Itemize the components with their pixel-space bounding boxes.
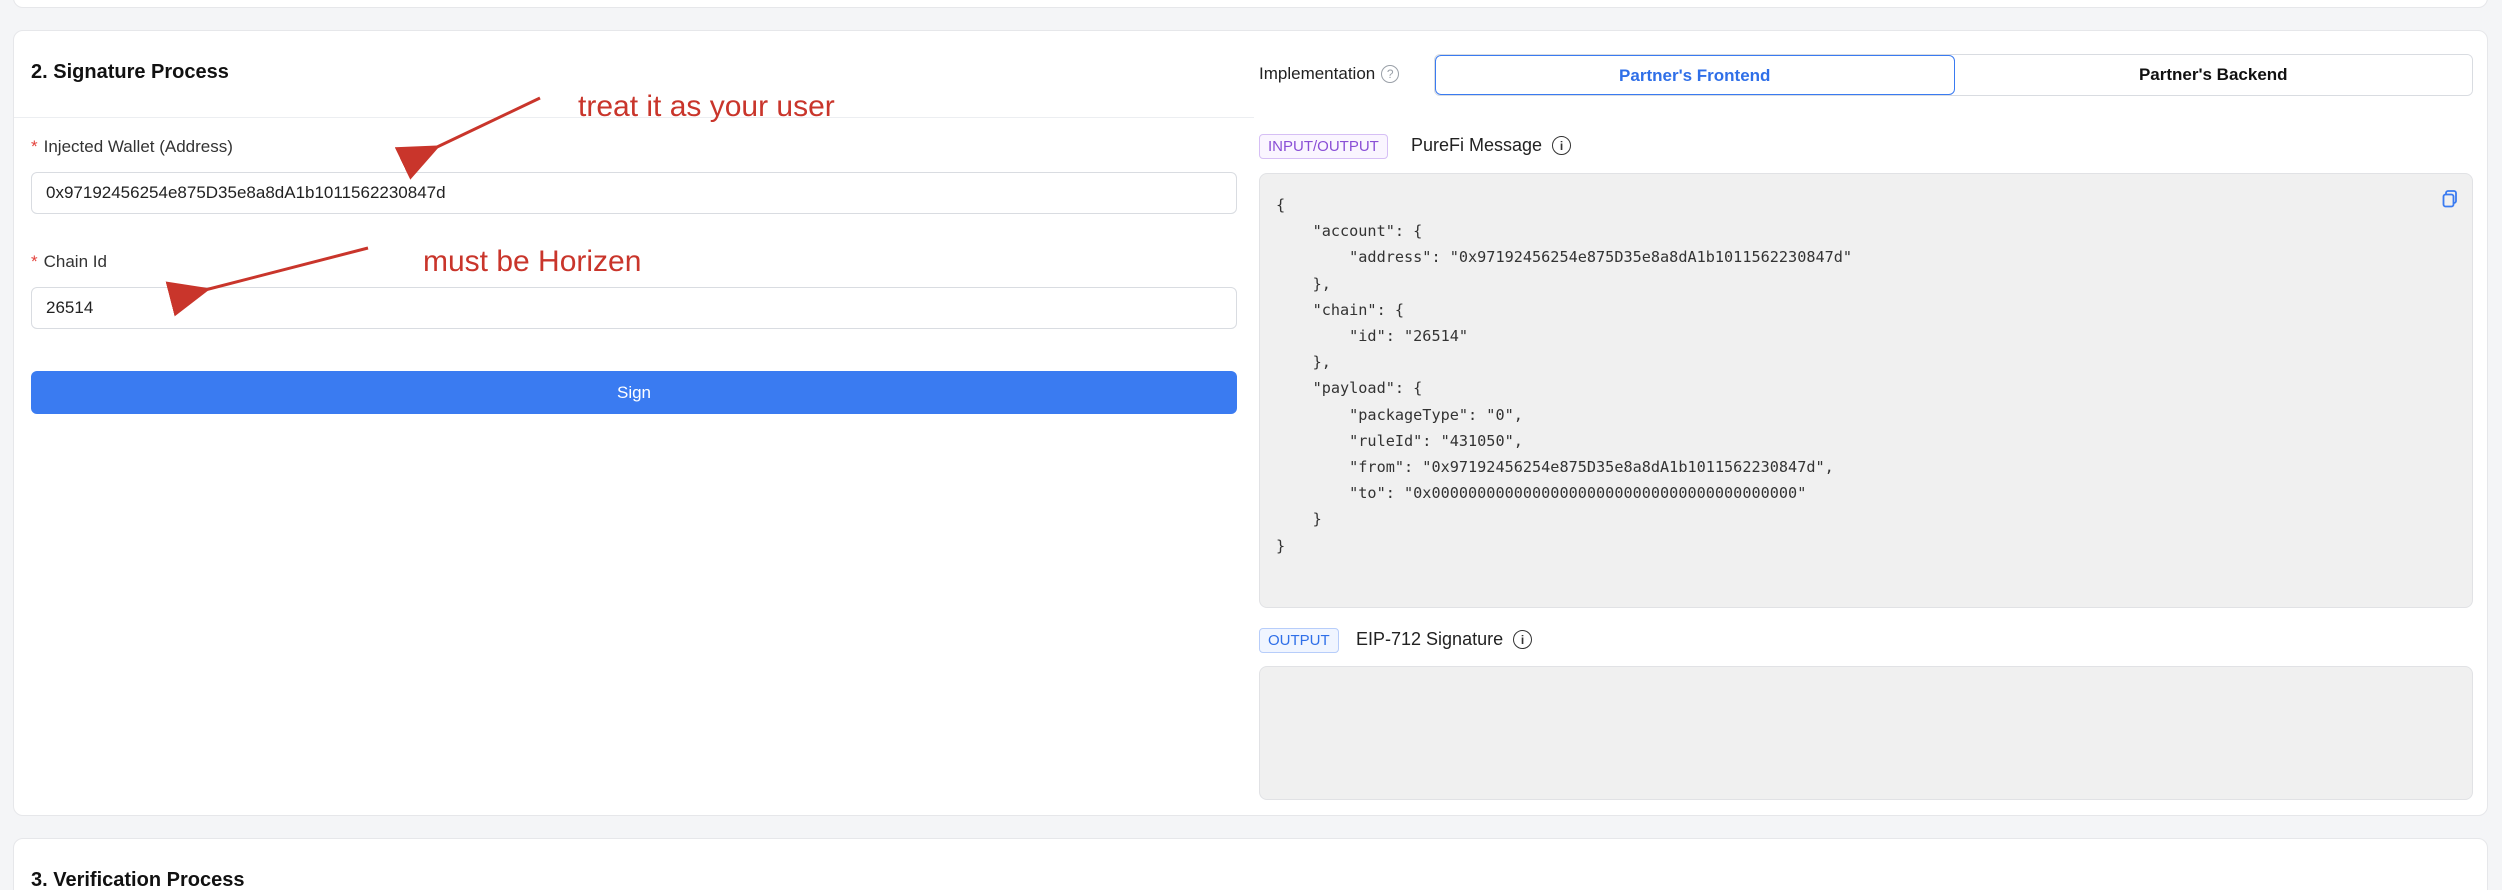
verification-process-card: 3. Verification Process bbox=[13, 838, 2488, 890]
annotation-arrows bbox=[165, 96, 541, 317]
chain-arrow bbox=[165, 246, 369, 317]
verification-title: 3. Verification Process bbox=[31, 869, 245, 890]
wallet-arrow bbox=[394, 96, 541, 180]
